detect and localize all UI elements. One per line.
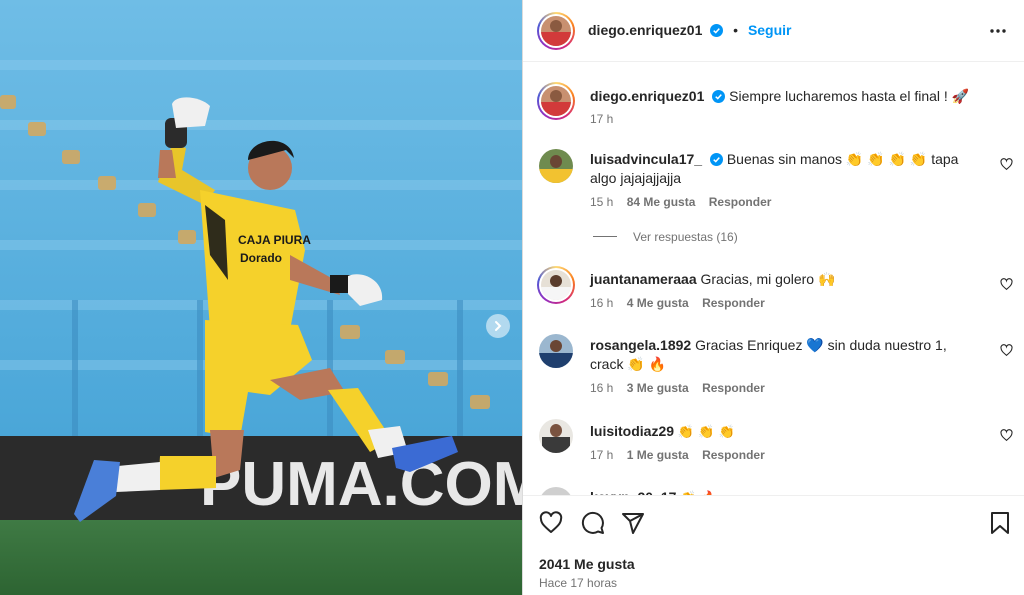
caption-time: 17 h [590,112,614,126]
ad-board-text: PUMA.COM [200,450,522,519]
more-icon[interactable] [989,22,1007,40]
verified-badge-icon [710,24,724,37]
comment-text: 👏 👏 👏 [677,425,735,440]
view-replies-label: Ver respuestas (16) [633,230,738,244]
comment-likes[interactable]: 4 Me gusta [627,296,689,310]
bookmark-icon[interactable] [989,511,1011,535]
reply-button[interactable]: Responder [702,448,765,462]
jersey-sponsor-top: CAJA PIURA [238,233,311,247]
avatar-ring[interactable] [537,266,575,304]
likes-count[interactable]: 2041 Me gusta [539,556,635,572]
reply-button[interactable]: Responder [702,381,765,395]
verified-badge-icon [712,90,726,103]
share-icon[interactable] [621,511,645,535]
post-header: diego.enriquez01 • Seguir [523,0,1024,62]
caption-username[interactable]: diego.enriquez01 [590,88,704,104]
separator-dot: • [733,22,739,38]
avatar [541,270,571,300]
comment-username[interactable]: rosangela.1892 [590,337,691,353]
avatar[interactable] [539,149,573,183]
avatar[interactable] [539,487,573,495]
comment-username[interactable]: juantanameraaa [590,271,697,287]
heart-icon[interactable] [1000,158,1013,171]
heart-icon[interactable] [539,511,563,535]
post-photo[interactable]: PUMA.COM CAJA PIURA Dorado [0,0,522,595]
comment-icon[interactable] [581,511,605,535]
caption-text: Siempre lucharemos hasta el final ! 🚀 [729,88,970,104]
author-avatar [541,16,571,46]
comment-username[interactable]: luisitodiaz29 [590,423,674,439]
caption-avatar-ring[interactable] [537,82,575,120]
comments-list[interactable]: diego.enriquez01 Siempre lucharemos hast… [523,63,1024,495]
verified-badge-icon [709,153,723,166]
avatar[interactable] [539,334,573,368]
author-username[interactable]: diego.enriquez01 [588,22,702,38]
comment-time: 16 h [590,381,614,395]
view-replies-button[interactable]: Ver respuestas (16) [593,230,738,244]
reply-button[interactable]: Responder [709,195,772,209]
heart-icon[interactable] [1000,278,1013,291]
chevron-right-icon [495,321,502,331]
goalkeeper-celebration-image: PUMA.COM CAJA PIURA Dorado [0,0,522,595]
next-photo-button[interactable] [486,314,510,338]
jersey-sponsor-bottom: Dorado [240,251,282,265]
comment-text: Gracias, mi golero 🙌 [700,271,836,287]
comment-likes[interactable]: 84 Me gusta [627,195,696,209]
post-time: Hace 17 horas [539,576,618,590]
heart-icon[interactable] [1000,429,1013,442]
avatar [541,86,571,116]
comment-likes[interactable]: 3 Me gusta [627,381,689,395]
comment-time: 16 h [590,296,614,310]
comment-time: 17 h [590,448,614,462]
heart-icon[interactable] [1000,344,1013,357]
reply-button[interactable]: Responder [702,296,765,310]
follow-button[interactable]: Seguir [748,22,792,38]
post-detail-panel: diego.enriquez01 • Seguir diego.enriquez… [522,0,1024,595]
comment-likes[interactable]: 1 Me gusta [627,448,689,462]
comment-username[interactable]: luisadvincula17_ [590,151,702,167]
avatar[interactable] [539,419,573,453]
replies-divider [593,236,617,237]
comment-time: 15 h [590,195,614,209]
author-avatar-ring[interactable] [537,12,575,50]
